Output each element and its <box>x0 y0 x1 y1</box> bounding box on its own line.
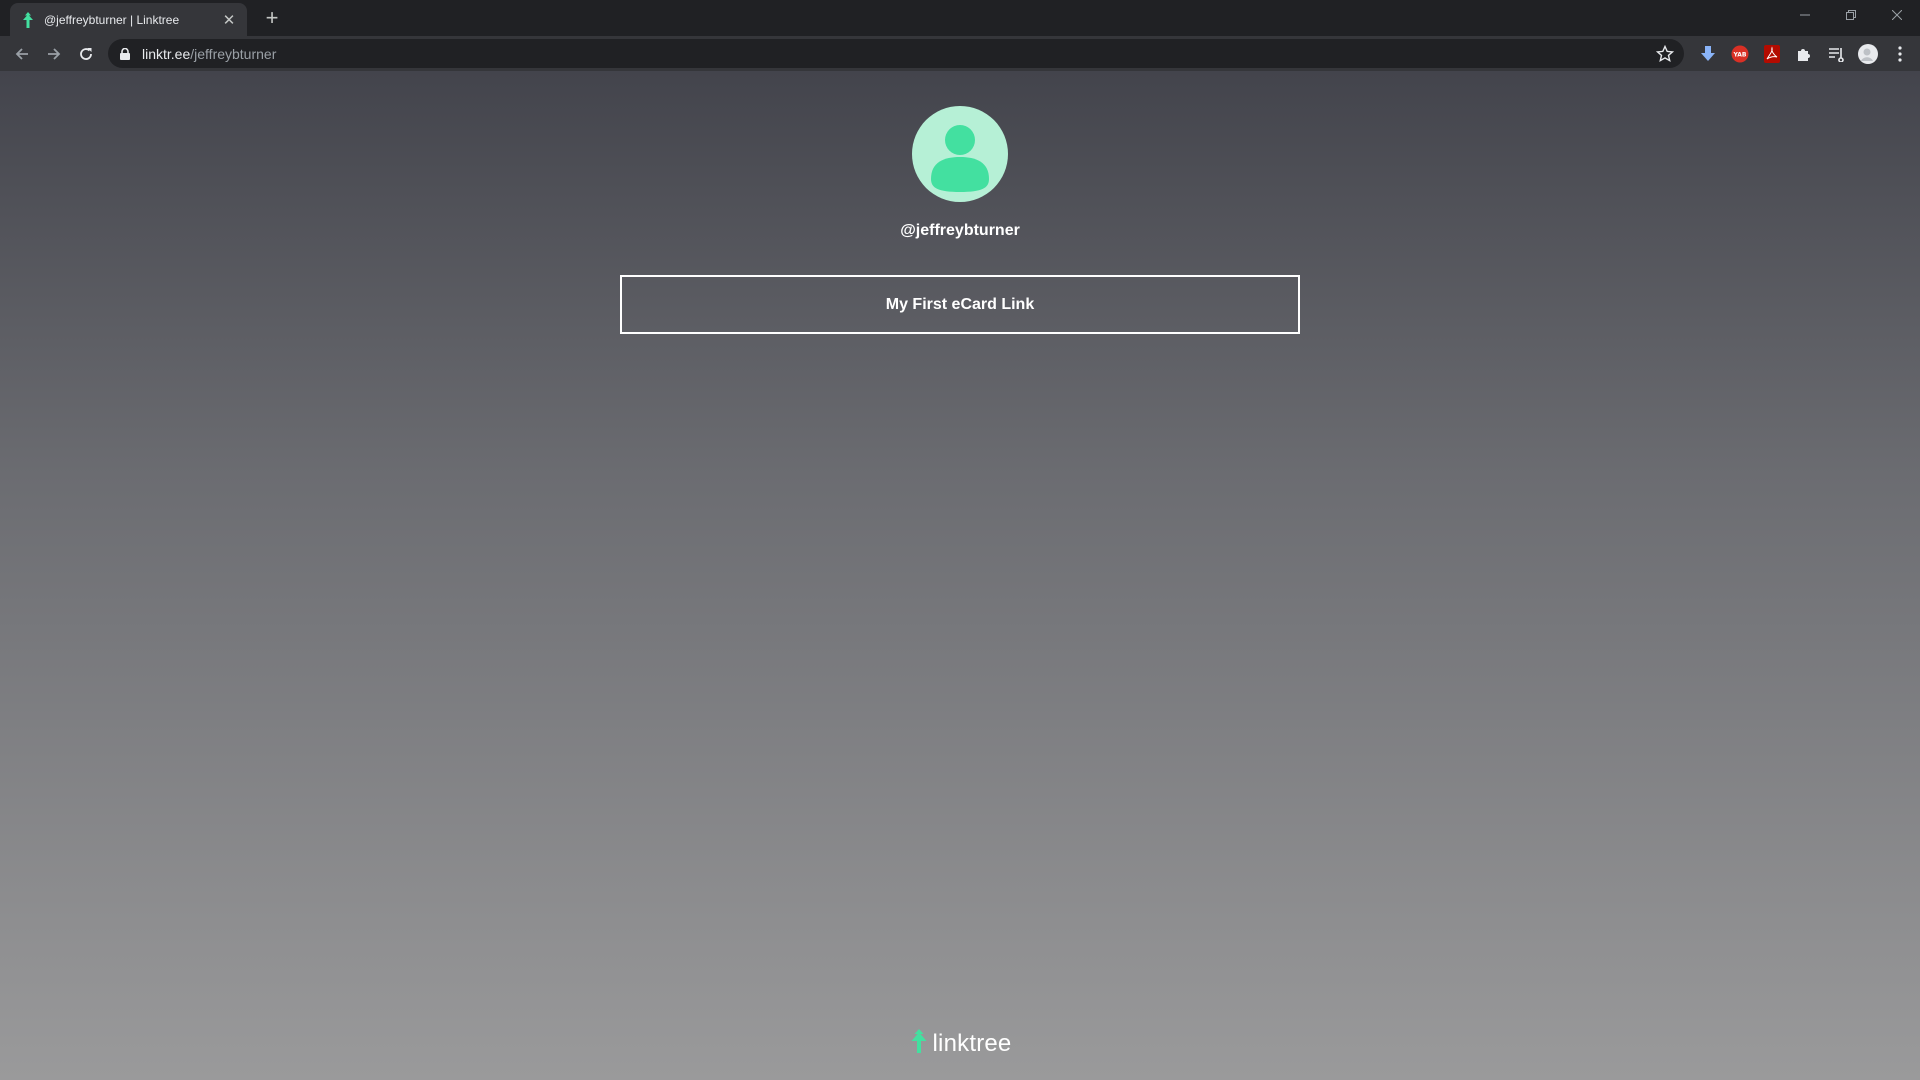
browser-tab[interactable]: @jeffreybturner | Linktree ✕ <box>10 3 247 36</box>
profile-username: @jeffreybturner <box>900 222 1020 239</box>
linktree-wordmark: linktree <box>932 1029 1012 1057</box>
restore-icon[interactable] <box>1828 0 1874 30</box>
address-bar[interactable]: linktr.ee/jeffreybturner <box>108 39 1684 68</box>
profile-avatar-image <box>912 106 1008 202</box>
linktree-logo-icon <box>909 1029 929 1058</box>
yab-extension-icon[interactable]: YAB <box>1724 40 1756 68</box>
tab-title: @jeffreybturner | Linktree <box>44 12 180 27</box>
linktree-page: @jeffreybturner My First eCard Link link… <box>0 71 1920 1080</box>
url-text: linktr.ee/jeffreybturner <box>142 45 277 62</box>
download-icon[interactable] <box>1692 40 1724 68</box>
lock-icon[interactable] <box>120 47 134 61</box>
browser-toolbar: linktr.ee/jeffreybturner YAB <box>0 36 1920 71</box>
extensions-area: YAB <box>1692 40 1916 68</box>
pdf-extension-icon[interactable] <box>1756 40 1788 68</box>
window-controls <box>1782 0 1920 30</box>
forward-arrow-icon[interactable] <box>40 40 68 68</box>
bookmark-star-icon[interactable] <box>1655 44 1675 63</box>
new-tab-button[interactable]: + <box>260 6 284 30</box>
menu-dots-icon[interactable] <box>1884 40 1916 68</box>
browser-tab-strip: @jeffreybturner | Linktree ✕ + <box>0 0 1920 36</box>
svg-text:YAB: YAB <box>1733 52 1747 59</box>
back-arrow-icon[interactable] <box>8 40 36 68</box>
reading-list-icon[interactable] <box>1820 40 1852 68</box>
linktree-footer-logo[interactable]: linktree <box>0 1029 1920 1058</box>
close-window-icon[interactable] <box>1874 0 1920 30</box>
reload-icon[interactable] <box>72 40 100 68</box>
link-button[interactable]: My First eCard Link <box>620 275 1300 334</box>
profile-avatar[interactable] <box>1852 40 1884 68</box>
tab-close-icon[interactable]: ✕ <box>221 12 237 29</box>
linktree-favicon-icon <box>20 11 36 28</box>
minimize-icon[interactable] <box>1782 0 1828 30</box>
puzzle-extensions-icon[interactable] <box>1788 40 1820 68</box>
